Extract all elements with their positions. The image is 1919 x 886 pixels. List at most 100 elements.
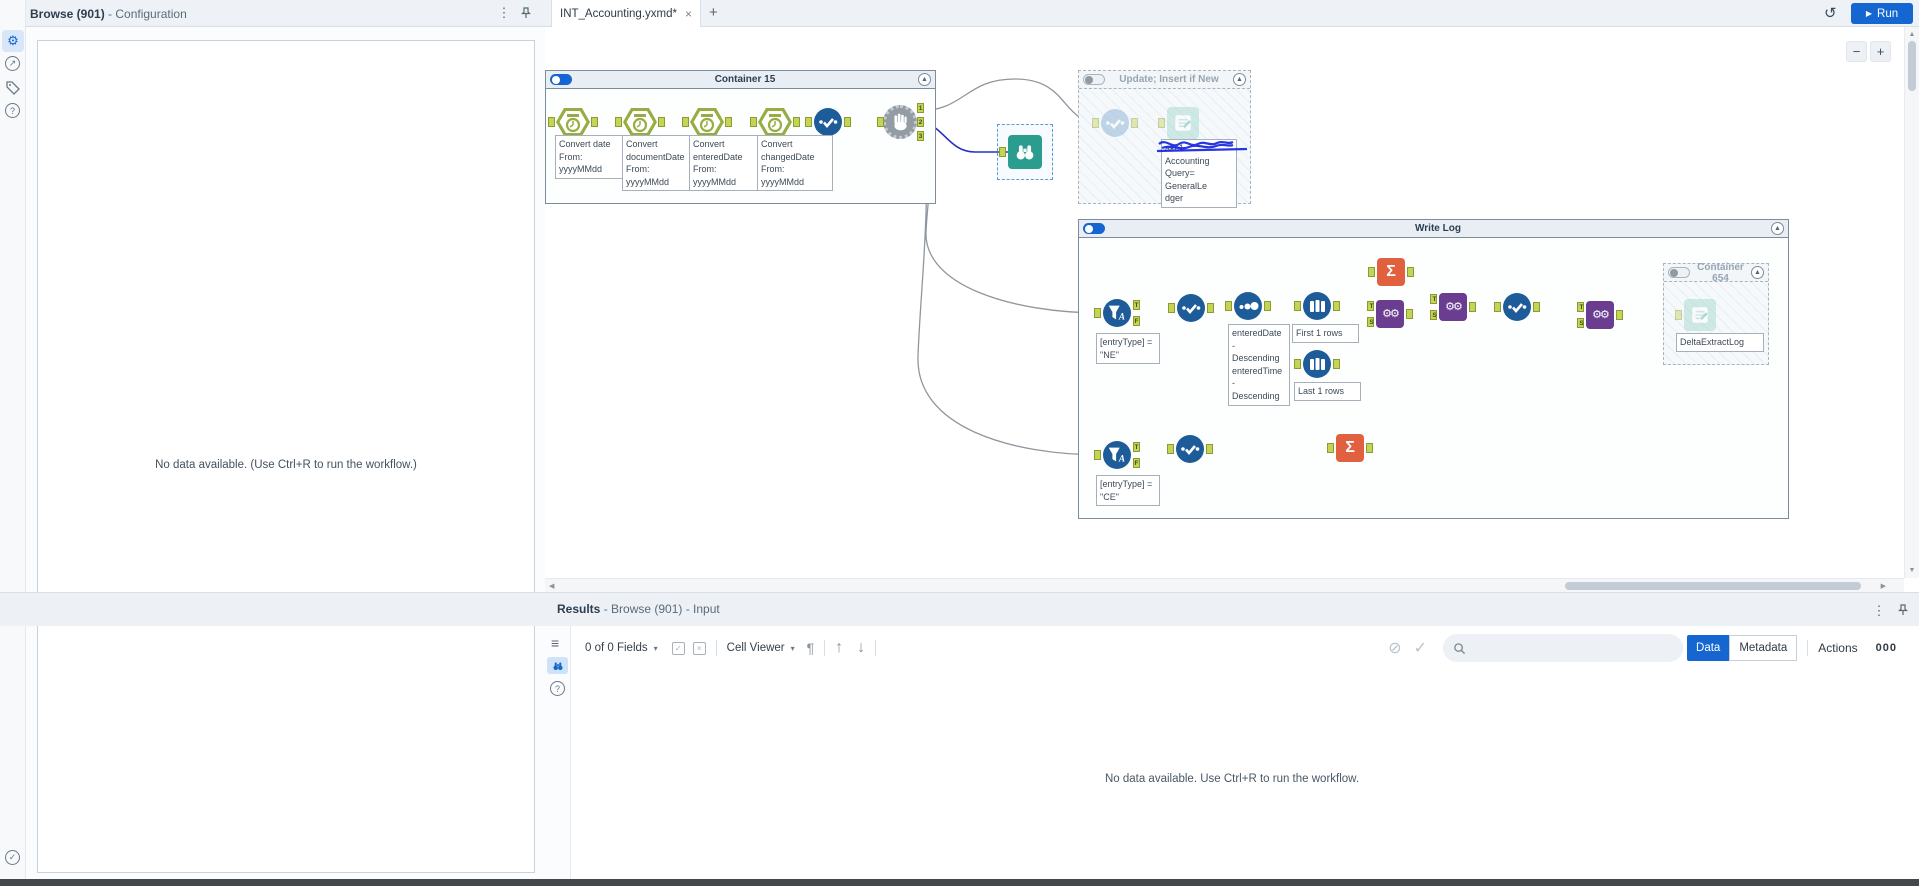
- collapse-icon[interactable]: ▲: [1751, 266, 1764, 279]
- input-anchor-s[interactable]: S: [1577, 318, 1584, 328]
- summarize-tool[interactable]: Σ: [1327, 434, 1373, 462]
- output-anchor[interactable]: [1533, 302, 1540, 312]
- scroll-left-icon[interactable]: ◀: [549, 582, 554, 590]
- output-anchor[interactable]: [844, 117, 851, 127]
- input-anchor[interactable]: [682, 117, 689, 127]
- canvas-vertical-scrollbar[interactable]: ▲ ▼: [1904, 27, 1919, 578]
- pilcrow-icon[interactable]: ¶: [807, 640, 815, 656]
- output-data-tool-disabled[interactable]: [1158, 107, 1199, 139]
- tool-annotation[interactable]: DeltaExtractLog: [1676, 333, 1764, 352]
- data-cleansing-tool[interactable]: [1168, 294, 1214, 322]
- input-anchor[interactable]: [805, 117, 812, 127]
- data-tab-button[interactable]: Data: [1687, 635, 1730, 661]
- false-anchor[interactable]: F: [1133, 316, 1140, 326]
- scroll-right-icon[interactable]: ▶: [1881, 582, 1886, 590]
- input-anchor[interactable]: [1368, 267, 1375, 277]
- output-anchor[interactable]: [1407, 267, 1414, 277]
- output-anchor[interactable]: [1333, 359, 1340, 369]
- list-view-icon[interactable]: ≡: [551, 635, 559, 651]
- input-anchor-s[interactable]: S: [1367, 317, 1374, 327]
- false-anchor[interactable]: F: [1133, 458, 1140, 468]
- output-anchor[interactable]: [1366, 443, 1373, 453]
- search-input[interactable]: [1473, 642, 1664, 654]
- input-anchor[interactable]: [750, 117, 757, 127]
- input-anchor[interactable]: [1327, 443, 1334, 453]
- cell-viewer-selector[interactable]: Cell Viewer: [727, 642, 785, 654]
- output-data-tool-disabled[interactable]: [1675, 299, 1716, 331]
- data-cleansing-tool-disabled[interactable]: [1092, 109, 1138, 137]
- tool-annotation[interactable]: [entryType] = "CE": [1096, 475, 1160, 507]
- tab-int-accounting[interactable]: INT_Accounting.yxmd* ×: [551, 0, 701, 27]
- input-anchor[interactable]: [1094, 450, 1101, 460]
- output-anchor-1[interactable]: 1: [917, 103, 924, 113]
- tool-annotation[interactable]: enteredDate - Descending enteredTime - D…: [1228, 324, 1290, 406]
- help-icon[interactable]: ?: [5, 103, 20, 118]
- tool-annotation[interactable]: Convert date From: yyyyMMdd: [555, 135, 629, 179]
- output-anchor[interactable]: [1264, 301, 1271, 311]
- sample-tool-last[interactable]: [1294, 350, 1340, 378]
- output-anchor[interactable]: [1206, 444, 1213, 454]
- results-search[interactable]: [1443, 634, 1684, 662]
- arrow-up-icon[interactable]: ↑: [835, 639, 843, 657]
- tool-annotation[interactable]: Convert enteredDate From: yyyyMMdd: [689, 135, 763, 192]
- output-anchor[interactable]: [793, 117, 800, 127]
- open-workflow-icon[interactable]: ↗: [5, 56, 20, 71]
- output-anchor[interactable]: [658, 117, 665, 127]
- output-anchor[interactable]: [591, 117, 598, 127]
- tool-annotation[interactable]: Convert changedDate From: yyyyMMdd: [757, 135, 833, 192]
- zoom-in-button[interactable]: +: [1870, 41, 1891, 62]
- input-anchor[interactable]: [1294, 301, 1301, 311]
- arrow-down-icon[interactable]: ↓: [857, 639, 865, 657]
- output-anchor-3[interactable]: 3: [917, 131, 924, 141]
- input-anchor[interactable]: [1168, 303, 1175, 313]
- data-cleansing-tool[interactable]: [1494, 293, 1540, 321]
- container-toggle[interactable]: [550, 74, 572, 85]
- input-anchor[interactable]: [1225, 301, 1232, 311]
- data-cleansing-tool[interactable]: [805, 108, 851, 136]
- summarize-tool[interactable]: Σ: [1368, 258, 1414, 286]
- kebab-menu-icon[interactable]: ⋮: [497, 5, 511, 21]
- output-anchor[interactable]: [1207, 303, 1214, 313]
- tool-annotation[interactable]: [entryType] = "NE": [1096, 333, 1160, 365]
- pin-icon[interactable]: [519, 6, 533, 20]
- macro-tool[interactable]: 1 2 3: [877, 103, 924, 141]
- deselect-all-icon[interactable]: ×: [692, 641, 706, 655]
- join-macro-tool[interactable]: ⚙⚙ T S: [1367, 300, 1413, 328]
- output-anchor[interactable]: [1469, 302, 1476, 312]
- input-anchor[interactable]: [1167, 444, 1174, 454]
- chevron-down-icon[interactable]: ▾: [654, 644, 658, 653]
- container-toggle[interactable]: [1083, 74, 1105, 85]
- zoom-out-button[interactable]: −: [1846, 41, 1867, 62]
- apply-check-icon[interactable]: ✓: [1414, 638, 1427, 658]
- input-anchor[interactable]: [548, 117, 555, 127]
- filter-tool[interactable]: A T F: [1094, 299, 1140, 327]
- browse-view-icon[interactable]: [547, 657, 568, 674]
- filter-tool[interactable]: A T F: [1094, 441, 1140, 469]
- output-anchor[interactable]: [1131, 118, 1138, 128]
- collapse-icon[interactable]: ▲: [1771, 222, 1784, 235]
- tool-annotation[interactable]: First 1 rows: [1292, 324, 1359, 343]
- pin-icon[interactable]: [1896, 603, 1910, 617]
- sort-tool[interactable]: [1225, 292, 1271, 320]
- input-anchor[interactable]: [1094, 308, 1101, 318]
- input-anchor[interactable]: [1675, 310, 1682, 320]
- scrollbar-thumb[interactable]: [1908, 41, 1916, 91]
- container-toggle[interactable]: [1083, 223, 1105, 234]
- container-toggle[interactable]: [1668, 267, 1690, 278]
- help-icon[interactable]: ?: [550, 681, 565, 696]
- input-anchor-s[interactable]: S: [1430, 310, 1437, 320]
- run-history-icon[interactable]: ↺: [1824, 4, 1837, 22]
- input-anchor[interactable]: [999, 147, 1006, 157]
- new-tab-icon[interactable]: +: [709, 4, 718, 21]
- output-anchor[interactable]: [1406, 309, 1413, 319]
- sample-tool-first[interactable]: [1294, 292, 1340, 320]
- scroll-up-icon[interactable]: ▲: [1905, 31, 1919, 38]
- output-anchor[interactable]: [725, 117, 732, 127]
- input-anchor[interactable]: [877, 117, 884, 127]
- run-button[interactable]: ▶ Run: [1851, 3, 1913, 24]
- output-anchor[interactable]: [1616, 310, 1623, 320]
- metadata-tab-button[interactable]: Metadata: [1729, 635, 1798, 661]
- workflow-canvas[interactable]: − + Container 15 ▲ 1 2 3 Convert date Fr…: [545, 27, 1904, 578]
- true-anchor[interactable]: T: [1133, 442, 1140, 452]
- input-anchor[interactable]: [615, 117, 622, 127]
